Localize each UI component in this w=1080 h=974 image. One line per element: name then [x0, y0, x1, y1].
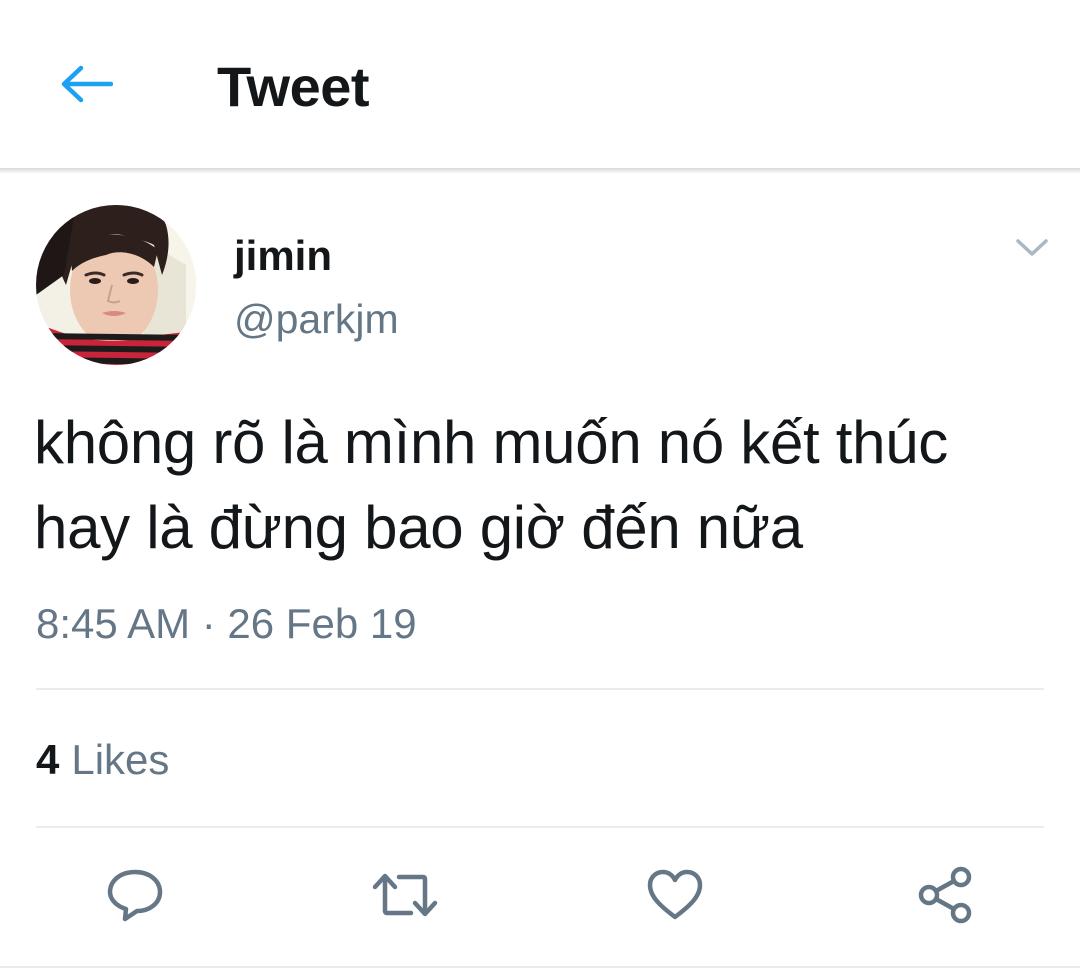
avatar[interactable] — [36, 205, 196, 365]
divider — [36, 826, 1044, 828]
header-shadow — [0, 168, 1080, 174]
page-title: Tweet — [217, 55, 370, 118]
author-display-name[interactable]: jimin — [234, 232, 332, 280]
tweet-options-button[interactable] — [1006, 230, 1058, 270]
share-button[interactable] — [910, 862, 980, 932]
tweet-timestamp: 8:45 AM · 26 Feb 19 — [36, 600, 417, 647]
top-app-bar: Tweet — [0, 0, 1080, 168]
tweet-text-line: hay là đừng bao giờ đến nữa — [34, 494, 803, 561]
arrow-left-icon — [59, 64, 114, 109]
likes-label: Likes — [71, 736, 170, 783]
retweet-icon — [371, 867, 439, 928]
like-button[interactable] — [640, 862, 710, 932]
reply-bubble-icon — [105, 867, 165, 928]
back-button[interactable] — [54, 58, 118, 114]
divider — [0, 966, 1080, 968]
reply-button[interactable] — [100, 862, 170, 932]
tweet-text-line: không rõ là mình muốn nó kết thúc — [34, 409, 948, 476]
retweet-button[interactable] — [370, 862, 440, 932]
divider — [36, 688, 1044, 690]
author-handle[interactable]: @parkjm — [234, 296, 399, 343]
likes-stat[interactable]: 4 Likes — [36, 736, 169, 784]
share-icon — [915, 865, 975, 930]
likes-count: 4 — [36, 736, 60, 783]
chevron-down-icon — [1015, 238, 1049, 263]
tweet-text: không rõ là mình muốn nó kết thúc hay là… — [34, 400, 1064, 570]
heart-icon — [645, 867, 705, 928]
